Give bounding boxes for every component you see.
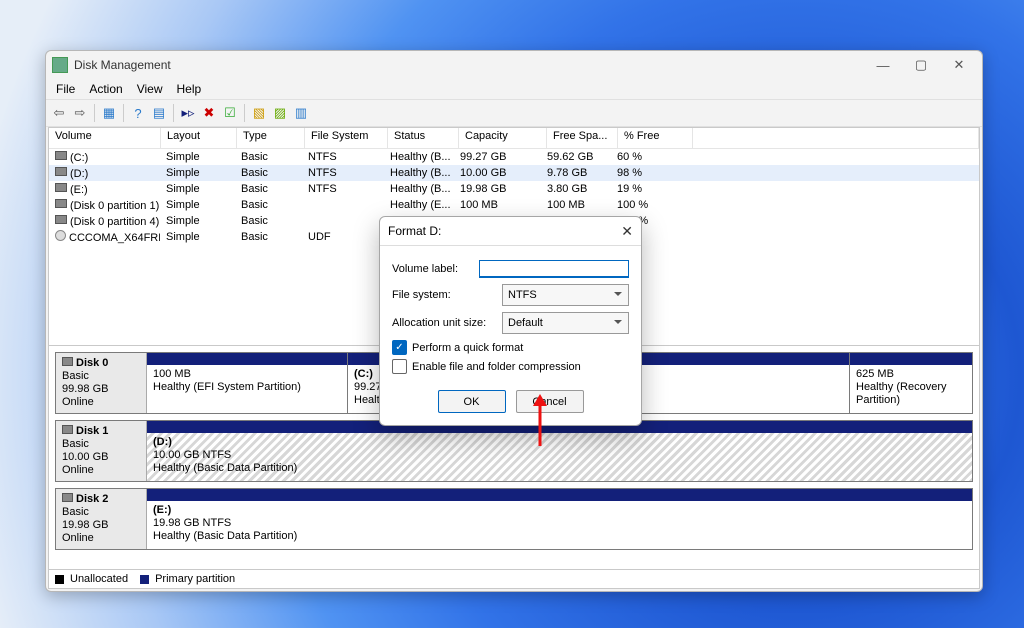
checkbox-on-icon: ✓ [392, 340, 407, 355]
refresh-icon[interactable]: ▤ [150, 104, 168, 122]
col-header[interactable]: Free Spa... [547, 128, 618, 148]
format-dialog: Format D: ✕ Volume label: File system: N… [379, 216, 642, 426]
cancel-button[interactable]: Cancel [516, 390, 584, 413]
partition[interactable]: (E:)19.98 GB NTFSHealthy (Basic Data Par… [147, 489, 972, 549]
menu-view[interactable]: View [131, 80, 169, 98]
alloc-unit-select[interactable]: Default [502, 312, 629, 334]
legend-primary: Primary partition [155, 573, 235, 585]
window-title: Disk Management [74, 58, 864, 72]
dialog-titlebar[interactable]: Format D: ✕ [380, 217, 641, 246]
action-icon[interactable]: ▸▹ [179, 104, 197, 122]
disk-info[interactable]: Disk 0Basic99.98 GBOnline [56, 353, 147, 413]
back-icon[interactable]: ⇦ [50, 104, 68, 122]
dialog-title: Format D: [388, 224, 441, 238]
col-header[interactable]: Status [388, 128, 459, 148]
quick-format-checkbox[interactable]: ✓ Perform a quick format [392, 340, 629, 355]
partition[interactable]: 625 MBHealthy (Recovery Partition) [850, 353, 972, 413]
col-header[interactable]: File System [305, 128, 388, 148]
menubar: FileActionViewHelp [46, 79, 982, 99]
filesystem-select[interactable]: NTFS [502, 284, 629, 306]
disk-row: Disk 1Basic10.00 GBOnline(D:)10.00 GB NT… [55, 420, 973, 482]
close-button[interactable]: ✕ [940, 53, 978, 77]
checkbox-off-icon [392, 359, 407, 374]
ok-button[interactable]: OK [438, 390, 506, 413]
maximize-button[interactable]: ▢ [902, 53, 940, 77]
disk-info[interactable]: Disk 1Basic10.00 GBOnline [56, 421, 147, 481]
toolbar: ⇦ ⇨ ▦ ? ▤ ▸▹ ✖ ☑ ▧ ▨ ▥ [46, 99, 982, 127]
partition[interactable]: 100 MBHealthy (EFI System Partition) [147, 353, 348, 413]
legend-unallocated: Unallocated [70, 573, 128, 585]
titlebar[interactable]: Disk Management — ▢ ✕ [46, 51, 982, 79]
col-header[interactable]: Layout [161, 128, 237, 148]
volume-header[interactable]: VolumeLayoutTypeFile SystemStatusCapacit… [49, 128, 979, 149]
volume-row[interactable]: (Disk 0 partition 1)SimpleBasicHealthy (… [49, 197, 979, 213]
help-icon[interactable]: ? [129, 104, 147, 122]
menu-file[interactable]: File [50, 80, 81, 98]
wiz1-icon[interactable]: ▧ [250, 104, 268, 122]
col-header[interactable]: Volume [49, 128, 161, 148]
disk-row: Disk 2Basic19.98 GBOnline(E:)19.98 GB NT… [55, 488, 973, 550]
show-hide-icon[interactable]: ▦ [100, 104, 118, 122]
partition[interactable]: (D:)10.00 GB NTFSHealthy (Basic Data Par… [147, 421, 972, 481]
col-header[interactable]: % Free [618, 128, 693, 148]
disk-info[interactable]: Disk 2Basic19.98 GBOnline [56, 489, 147, 549]
dialog-close-icon[interactable]: ✕ [621, 223, 633, 240]
menu-help[interactable]: Help [171, 80, 208, 98]
forward-icon[interactable]: ⇨ [71, 104, 89, 122]
menu-action[interactable]: Action [83, 80, 128, 98]
app-icon [52, 57, 68, 73]
col-header[interactable]: Type [237, 128, 305, 148]
delete-icon[interactable]: ✖ [200, 104, 218, 122]
label-filesystem: File system: [392, 289, 502, 301]
wiz2-icon[interactable]: ▨ [271, 104, 289, 122]
volume-row[interactable]: (D:)SimpleBasicNTFSHealthy (B...10.00 GB… [49, 165, 979, 181]
volume-label-input[interactable] [479, 260, 629, 278]
label-volume: Volume label: [392, 263, 479, 275]
compression-checkbox[interactable]: Enable file and folder compression [392, 359, 629, 374]
legend: Unallocated Primary partition [49, 569, 979, 588]
label-alloc-unit: Allocation unit size: [392, 317, 502, 329]
check-icon[interactable]: ☑ [221, 104, 239, 122]
volume-row[interactable]: (E:)SimpleBasicNTFSHealthy (B...19.98 GB… [49, 181, 979, 197]
col-header[interactable]: Capacity [459, 128, 547, 148]
minimize-button[interactable]: — [864, 53, 902, 77]
volume-row[interactable]: (C:)SimpleBasicNTFSHealthy (B...99.27 GB… [49, 149, 979, 165]
props-icon[interactable]: ▥ [292, 104, 310, 122]
